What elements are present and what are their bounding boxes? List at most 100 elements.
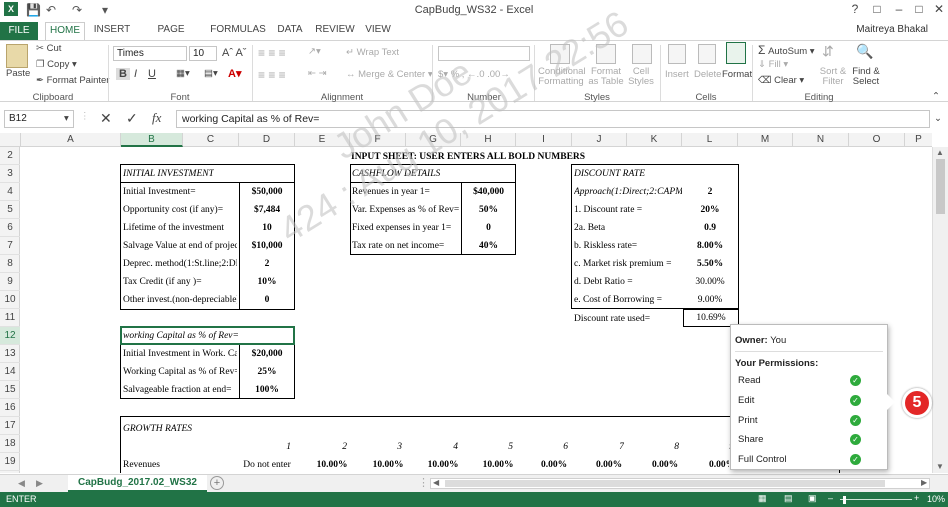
row-header[interactable]: 9 (0, 273, 20, 291)
column-header[interactable]: M (738, 133, 793, 147)
cut-button[interactable]: ✂ Cut (36, 43, 61, 54)
row-header[interactable]: 4 (0, 183, 20, 201)
cell-styles-button[interactable]: Cell Styles (626, 67, 656, 87)
formula-input[interactable]: working Capital as % of Rev= (176, 110, 930, 128)
maximize-icon[interactable]: □ (908, 2, 930, 18)
tab-home[interactable]: HOME (45, 22, 85, 40)
next-sheet-icon[interactable]: ▶ (36, 478, 43, 489)
zoom-slider-thumb[interactable] (843, 496, 846, 504)
column-header[interactable]: J (572, 133, 627, 147)
working-value[interactable]: 25% (240, 364, 294, 380)
discount-value[interactable]: 20% (683, 202, 737, 218)
grow-font-icon[interactable]: Aˆ Aˇ (222, 47, 246, 59)
row-header[interactable]: 6 (0, 219, 20, 237)
scroll-left-icon[interactable]: ◀ (433, 478, 439, 487)
row-header[interactable]: 13 (0, 345, 20, 363)
zoom-in-icon[interactable]: + (914, 493, 919, 503)
paste-button[interactable]: Paste (6, 68, 30, 79)
collapse-ribbon-icon[interactable]: ⌃ (932, 91, 940, 102)
orientation-icon[interactable]: ↗▾ (308, 46, 321, 57)
italic-button[interactable]: I (134, 68, 137, 80)
discount-value[interactable]: 9.00% (683, 292, 737, 308)
zoom-slider[interactable] (840, 499, 912, 500)
growth-value[interactable]: 10.00% (471, 457, 525, 473)
row-header[interactable]: 18 (0, 435, 20, 453)
font-name-select[interactable]: Times (113, 46, 187, 61)
format-painter-button[interactable]: ✒ Format Painter (36, 75, 109, 86)
enter-icon[interactable]: ✓ (126, 110, 138, 127)
select-all-button[interactable] (0, 133, 21, 147)
add-sheet-icon[interactable]: + (210, 476, 224, 490)
column-header[interactable]: I (516, 133, 572, 147)
scroll-right-icon[interactable]: ▶ (921, 478, 927, 487)
working-value[interactable]: 100% (240, 382, 294, 398)
column-header[interactable]: L (682, 133, 738, 147)
vertical-scrollbar[interactable]: ▲ ▼ (932, 147, 948, 473)
tab-file[interactable]: FILE (0, 22, 38, 40)
row-header[interactable]: 19 (0, 453, 20, 471)
discount-value[interactable]: 0.9 (683, 220, 737, 236)
row-header[interactable]: 11 (0, 309, 20, 327)
sheet-tab[interactable]: CapBudg_2017.02_WS32 (68, 475, 207, 492)
zoom-out-icon[interactable]: – (828, 493, 833, 503)
bold-button[interactable]: B (116, 68, 130, 80)
normal-view-icon[interactable]: ▦ (758, 493, 767, 504)
drm-badge-icon[interactable]: 5 (902, 388, 932, 418)
column-header[interactable]: N (793, 133, 849, 147)
row-header[interactable]: 12 (0, 327, 20, 345)
row-header[interactable]: 5 (0, 201, 20, 219)
copy-button[interactable]: ❐ Copy ▾ (36, 59, 77, 70)
initial-value[interactable]: 0 (240, 292, 294, 308)
autosum-button[interactable]: Σ AutoSum ▾ (758, 43, 815, 57)
scroll-thumb[interactable] (936, 159, 945, 214)
ribbon-display-icon[interactable]: □ (866, 2, 888, 18)
cashflow-value[interactable]: 50% (462, 202, 515, 218)
growth-value[interactable]: 10.00% (305, 457, 359, 473)
column-header[interactable]: P (905, 133, 932, 147)
align-left-icons[interactable]: ≡ ≡ ≡ (258, 68, 286, 82)
wrap-text-button[interactable]: ↵ Wrap Text (346, 47, 399, 58)
growth-value[interactable]: 10.00% (416, 457, 470, 473)
discount-value[interactable]: 5.50% (683, 256, 737, 272)
tab-page-layout[interactable]: PAGE LAYOUT (138, 22, 204, 51)
tab-insert[interactable]: INSERT (92, 22, 132, 40)
page-break-view-icon[interactable]: ▣ (808, 493, 817, 504)
growth-value[interactable]: 0.00% (709, 457, 729, 473)
growth-value[interactable]: 0.00% (527, 457, 581, 473)
find-select-button[interactable]: Find & Select (850, 67, 882, 87)
clear-button[interactable]: ⌫ Clear ▾ (758, 75, 804, 86)
scroll-up-icon[interactable]: ▲ (936, 148, 944, 157)
minimize-icon[interactable]: – (888, 2, 910, 18)
column-header[interactable]: K (627, 133, 682, 147)
fill-button[interactable]: ⇓ Fill ▾ (758, 59, 788, 70)
tab-view[interactable]: VIEW (362, 22, 394, 40)
sort-filter-button[interactable]: Sort & Filter (818, 67, 848, 87)
cashflow-value[interactable]: $40,000 (462, 184, 515, 200)
font-size-select[interactable]: 10 (189, 46, 217, 61)
column-header[interactable]: C (183, 133, 239, 147)
column-header[interactable]: B (121, 133, 183, 147)
font-color-icon[interactable]: A▾ (228, 67, 241, 80)
insert-button[interactable]: Insert (665, 69, 689, 80)
tab-splitter-icon[interactable]: ⋮ (418, 476, 429, 489)
initial-value[interactable]: $10,000 (240, 238, 294, 254)
row-header[interactable]: 2 (0, 147, 20, 165)
cashflow-value[interactable]: 0 (462, 220, 515, 236)
growth-value[interactable]: 0.00% (582, 457, 636, 473)
help-icon[interactable]: ? (844, 2, 866, 18)
growth-value[interactable]: 0.00% (638, 457, 692, 473)
tab-review[interactable]: REVIEW (314, 22, 356, 40)
indent-icons[interactable]: ⇤ ⇥ (308, 68, 327, 79)
name-box-dropdown-icon[interactable]: ▾ (64, 113, 69, 124)
discount-value[interactable]: 30.00% (683, 274, 737, 290)
paste-icon[interactable] (6, 44, 28, 68)
delete-button[interactable]: Delete (694, 69, 721, 80)
discount-value[interactable]: 2 (683, 184, 737, 200)
initial-value[interactable]: 2 (240, 256, 294, 272)
row-header[interactable]: 8 (0, 255, 20, 273)
row-header[interactable]: 14 (0, 363, 20, 381)
zoom-level[interactable]: 10% (927, 494, 945, 504)
discount-value[interactable]: 8.00% (683, 238, 737, 254)
row-header[interactable]: 17 (0, 417, 20, 435)
working-value[interactable]: $20,000 (240, 346, 294, 362)
